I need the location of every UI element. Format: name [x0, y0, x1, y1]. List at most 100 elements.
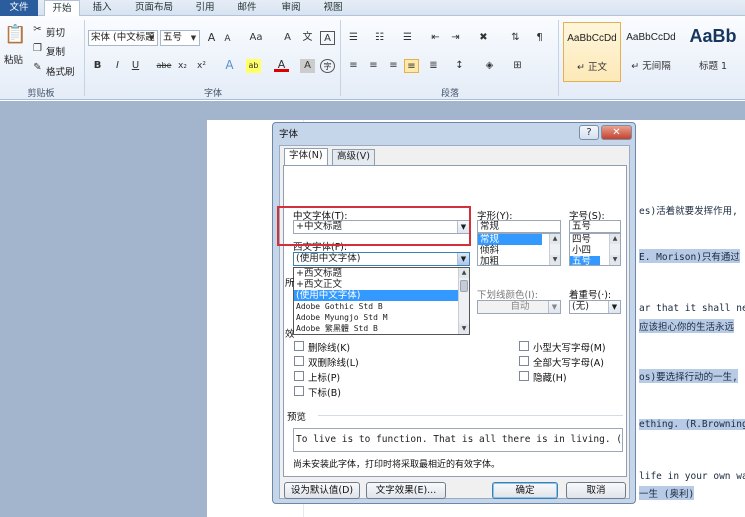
west-font-combo[interactable]: (使用中文字体) ▼	[293, 252, 470, 266]
scrollbar[interactable]: ▲ ▼	[458, 268, 469, 334]
all-caps-checkbox[interactable]	[519, 356, 529, 366]
tab-mailings[interactable]: 邮件	[232, 0, 262, 16]
show-marks-icon[interactable]: ¶	[532, 31, 547, 45]
highlight-button[interactable]: ab	[246, 59, 261, 73]
font-size-list[interactable]: 四号 小四 五号 ▲ ▼	[569, 233, 621, 266]
style-heading-1[interactable]: AaBb 标题 1	[681, 22, 745, 82]
scroll-up-icon[interactable]: ▲	[550, 234, 560, 244]
format-painter-button[interactable]: 格式刷	[46, 64, 75, 78]
tab-font[interactable]: 字体(N)	[284, 148, 328, 166]
emphasis-combo[interactable]: (无) ▼	[569, 300, 621, 314]
char-shading-button[interactable]: A	[300, 59, 315, 73]
tab-advanced[interactable]: 高级(V)	[332, 149, 375, 165]
ok-button[interactable]: 确定	[492, 482, 558, 499]
justify-icon[interactable]: ≡	[404, 59, 419, 73]
font-color-button[interactable]: A	[274, 58, 289, 72]
scrollbar[interactable]: ▲ ▼	[609, 234, 620, 265]
style-normal[interactable]: AaBbCcDd ↵ 正文	[563, 22, 621, 82]
tab-view[interactable]: 视图	[318, 0, 348, 16]
list-item[interactable]: 五号	[570, 256, 600, 265]
underline-color-combo[interactable]: 自动 ▼	[477, 300, 561, 314]
tab-home[interactable]: 开始	[44, 0, 80, 17]
increase-indent-icon[interactable]: ⇥	[448, 31, 463, 45]
chevron-down-icon[interactable]: ▼	[608, 301, 620, 313]
cut-button[interactable]: 剪切	[46, 25, 65, 39]
align-right-icon[interactable]: ≡	[386, 59, 401, 73]
strikethrough-checkbox[interactable]	[294, 341, 304, 351]
help-button[interactable]: ?	[579, 125, 599, 140]
multilevel-list-icon[interactable]: ☰	[400, 31, 415, 45]
close-button[interactable]: ✕	[601, 125, 632, 140]
west-font-dropdown[interactable]: +西文标题 +西文正文 (使用中文字体) Adobe Gothic Std B …	[293, 267, 470, 335]
tab-page-layout[interactable]: 页面布局	[128, 0, 180, 16]
chevron-down-icon[interactable]: ▼	[188, 31, 199, 45]
small-caps-checkbox[interactable]	[519, 341, 529, 351]
list-item[interactable]: +西文标题	[294, 268, 469, 279]
font-style-list[interactable]: 常规 倾斜 加粗 ▲ ▼	[477, 233, 561, 266]
list-item[interactable]: +西文正文	[294, 279, 469, 290]
text-effects-button[interactable]: 文字效果(E)...	[366, 482, 446, 499]
bold-button[interactable]: B	[90, 59, 105, 73]
subscript-button[interactable]: x₂	[175, 59, 190, 73]
tab-references[interactable]: 引用	[190, 0, 220, 16]
paste-icon[interactable]: 📋	[4, 22, 26, 48]
scroll-up-icon[interactable]: ▲	[459, 268, 469, 278]
bullets-icon[interactable]: ☰	[346, 31, 361, 45]
list-item[interactable]: Adobe 繁黑體 Std B	[294, 323, 469, 334]
tab-insert[interactable]: 插入	[86, 0, 118, 16]
scroll-up-icon[interactable]: ▲	[610, 234, 620, 244]
italic-button[interactable]: I	[110, 59, 125, 73]
superscript-checkbox[interactable]	[294, 371, 304, 381]
list-item[interactable]: 加粗	[478, 256, 560, 265]
tab-review[interactable]: 审阅	[276, 0, 306, 16]
double-strikethrough-checkbox[interactable]	[294, 356, 304, 366]
style-no-spacing[interactable]: AaBbCcDd ↵ 无间隔	[622, 22, 680, 82]
font-group-label: 字体	[203, 89, 222, 99]
distributed-icon[interactable]: ≣	[426, 59, 441, 73]
font-style-input[interactable]: 常规	[477, 220, 561, 233]
decrease-indent-icon[interactable]: ⇤	[428, 31, 443, 45]
char-border-button[interactable]: A	[320, 31, 335, 45]
phonetic-button[interactable]: 文	[300, 31, 315, 45]
chevron-down-icon[interactable]: ▼	[457, 253, 469, 265]
change-case-button[interactable]: Aa	[246, 31, 266, 45]
scroll-down-icon[interactable]: ▼	[550, 255, 560, 265]
clear-format-button[interactable]: A	[280, 31, 295, 45]
superscript-button[interactable]: x²	[194, 59, 209, 73]
underline-button[interactable]: U	[128, 59, 143, 73]
text-effects-button[interactable]: A	[222, 58, 237, 72]
list-item[interactable]: Adobe Myungjo Std M	[294, 312, 469, 323]
chinese-layout-icon[interactable]: ✖	[476, 31, 491, 45]
list-item[interactable]: Adobe Gothic Std B	[294, 301, 469, 312]
scrollbar[interactable]: ▲ ▼	[549, 234, 560, 265]
align-center-icon[interactable]: ≡	[366, 59, 381, 73]
tab-file[interactable]: 文件	[0, 0, 38, 16]
chevron-down-icon[interactable]: ▼	[146, 31, 157, 45]
shading-icon[interactable]: ◈	[482, 59, 497, 73]
paste-button[interactable]: 粘贴	[4, 52, 23, 66]
cancel-button[interactable]: 取消	[566, 482, 626, 499]
scroll-down-icon[interactable]: ▼	[610, 255, 620, 265]
align-left-icon[interactable]: ≡	[346, 59, 361, 73]
shrink-font-button[interactable]: A	[220, 32, 235, 46]
subscript-checkbox[interactable]	[294, 386, 304, 396]
set-default-button[interactable]: 设为默认值(D)	[284, 482, 360, 499]
font-size-combo[interactable]: 五号 ▼	[160, 30, 200, 46]
font-name-combo[interactable]: 宋体 (中文标题 ▼	[88, 30, 158, 46]
sort-icon[interactable]: ⇅	[508, 31, 523, 45]
enclose-char-button[interactable]: 字	[320, 59, 335, 73]
strikethrough-button[interactable]: abe	[154, 59, 174, 73]
numbering-icon[interactable]: ☷	[372, 31, 387, 45]
scroll-thumb[interactable]	[460, 280, 468, 292]
borders-icon[interactable]: ⊞	[510, 59, 525, 73]
grow-font-button[interactable]: A	[204, 31, 219, 45]
list-item[interactable]: 常规	[478, 234, 542, 245]
list-item[interactable]: (使用中文字体)	[294, 290, 469, 301]
scroll-down-icon[interactable]: ▼	[459, 324, 469, 334]
font-size-input[interactable]: 五号	[569, 220, 621, 233]
copy-button[interactable]: 复制	[46, 44, 65, 58]
hidden-checkbox[interactable]	[519, 371, 529, 381]
list-item[interactable]: 倾斜	[478, 245, 560, 256]
line-spacing-icon[interactable]: ↕	[452, 59, 467, 73]
chevron-down-icon[interactable]: ▼	[548, 301, 560, 313]
